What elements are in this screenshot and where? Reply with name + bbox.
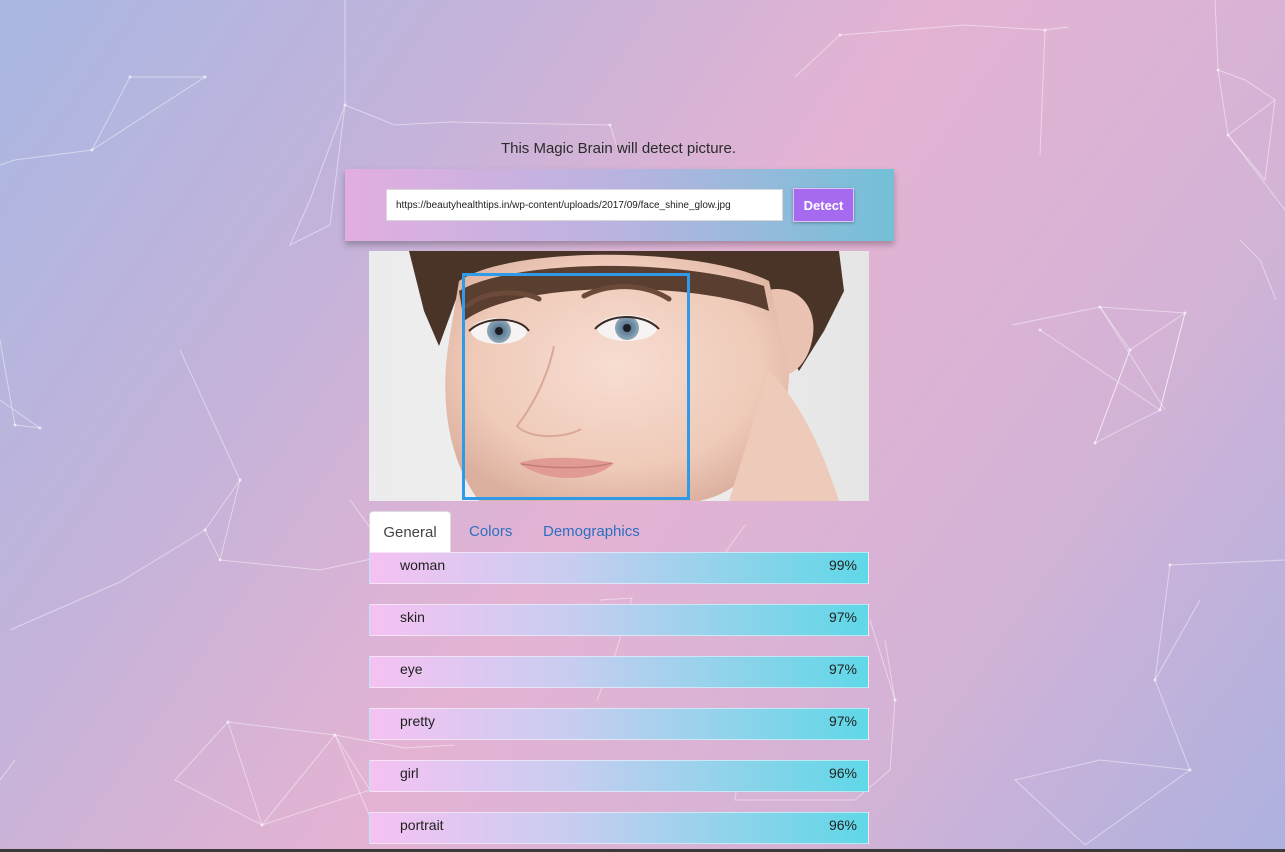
concept-name: pretty [400, 713, 436, 729]
tab-demographics[interactable]: Demographics [543, 511, 640, 553]
concept-name: girl [400, 765, 419, 781]
concept-row: eye 97% [369, 656, 869, 688]
concept-name: woman [400, 557, 446, 573]
concept-row: pretty 97% [369, 708, 869, 740]
intro-text: This Magic Brain will detect picture. [500, 140, 737, 157]
image-url-form: Detect [345, 169, 894, 241]
detect-button[interactable]: Detect [793, 188, 854, 222]
concept-row: portrait 96% [369, 812, 869, 844]
concept-name: portrait [400, 817, 444, 833]
concept-row: girl 96% [369, 760, 869, 792]
image-url-input[interactable] [386, 189, 783, 221]
concept-row: skin 97% [369, 604, 869, 636]
concept-percentage: 99% [828, 557, 857, 573]
concept-percentage: 96% [828, 817, 857, 833]
concept-name: skin [400, 609, 425, 625]
concept-percentage: 96% [828, 765, 857, 781]
concept-row: woman 99% [369, 552, 869, 584]
detected-photo [369, 251, 869, 501]
concept-name: eye [400, 661, 423, 677]
concept-percentage: 97% [828, 609, 857, 625]
concept-percentage: 97% [828, 661, 857, 677]
concept-percentage: 97% [828, 713, 857, 729]
face-photo-image [369, 251, 869, 501]
tab-general[interactable]: General [369, 511, 451, 553]
tab-colors[interactable]: Colors [469, 511, 512, 553]
